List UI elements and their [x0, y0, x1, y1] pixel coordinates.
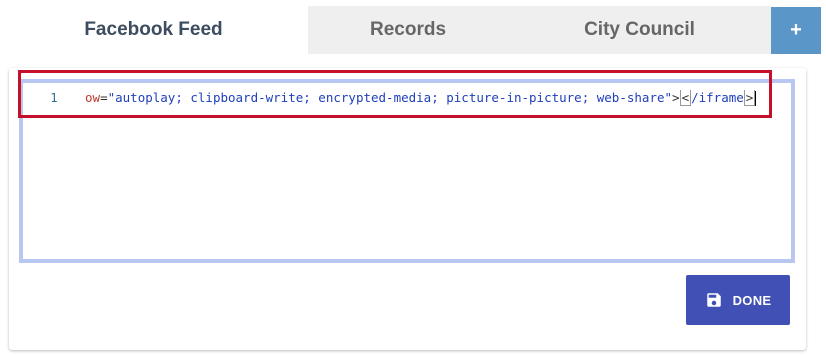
tab-bar: Facebook Feed Records City Council +	[0, 0, 826, 60]
tab-city-council[interactable]: City Council	[508, 6, 771, 54]
code-line[interactable]: 1 ow="autoplay; clipboard-write; encrypt…	[23, 88, 791, 108]
tab-facebook-feed[interactable]: Facebook Feed	[0, 6, 307, 54]
code-close-bracket: >	[672, 90, 680, 105]
code-text[interactable]: ow="autoplay; clipboard-write; encrypted…	[85, 90, 791, 106]
code-matched-bracket: <	[679, 90, 692, 106]
code-attr-value: "autoplay; clipboard-write; encrypted-me…	[107, 90, 673, 105]
code-closing-tag: /iframe	[691, 90, 744, 105]
tab-records[interactable]: Records	[308, 6, 508, 54]
code-end-bracket: >	[743, 90, 756, 106]
text-cursor	[755, 91, 757, 106]
line-number: 1	[50, 91, 58, 105]
add-tab-button[interactable]: +	[771, 7, 821, 54]
done-label: DONE	[732, 292, 772, 308]
save-icon	[705, 291, 723, 309]
code-editor[interactable]: 1 ow="autoplay; clipboard-write; encrypt…	[19, 79, 795, 263]
code-attr-fragment: ow	[85, 90, 101, 105]
code-equals: =	[100, 90, 108, 105]
done-button[interactable]: DONE	[686, 275, 790, 325]
